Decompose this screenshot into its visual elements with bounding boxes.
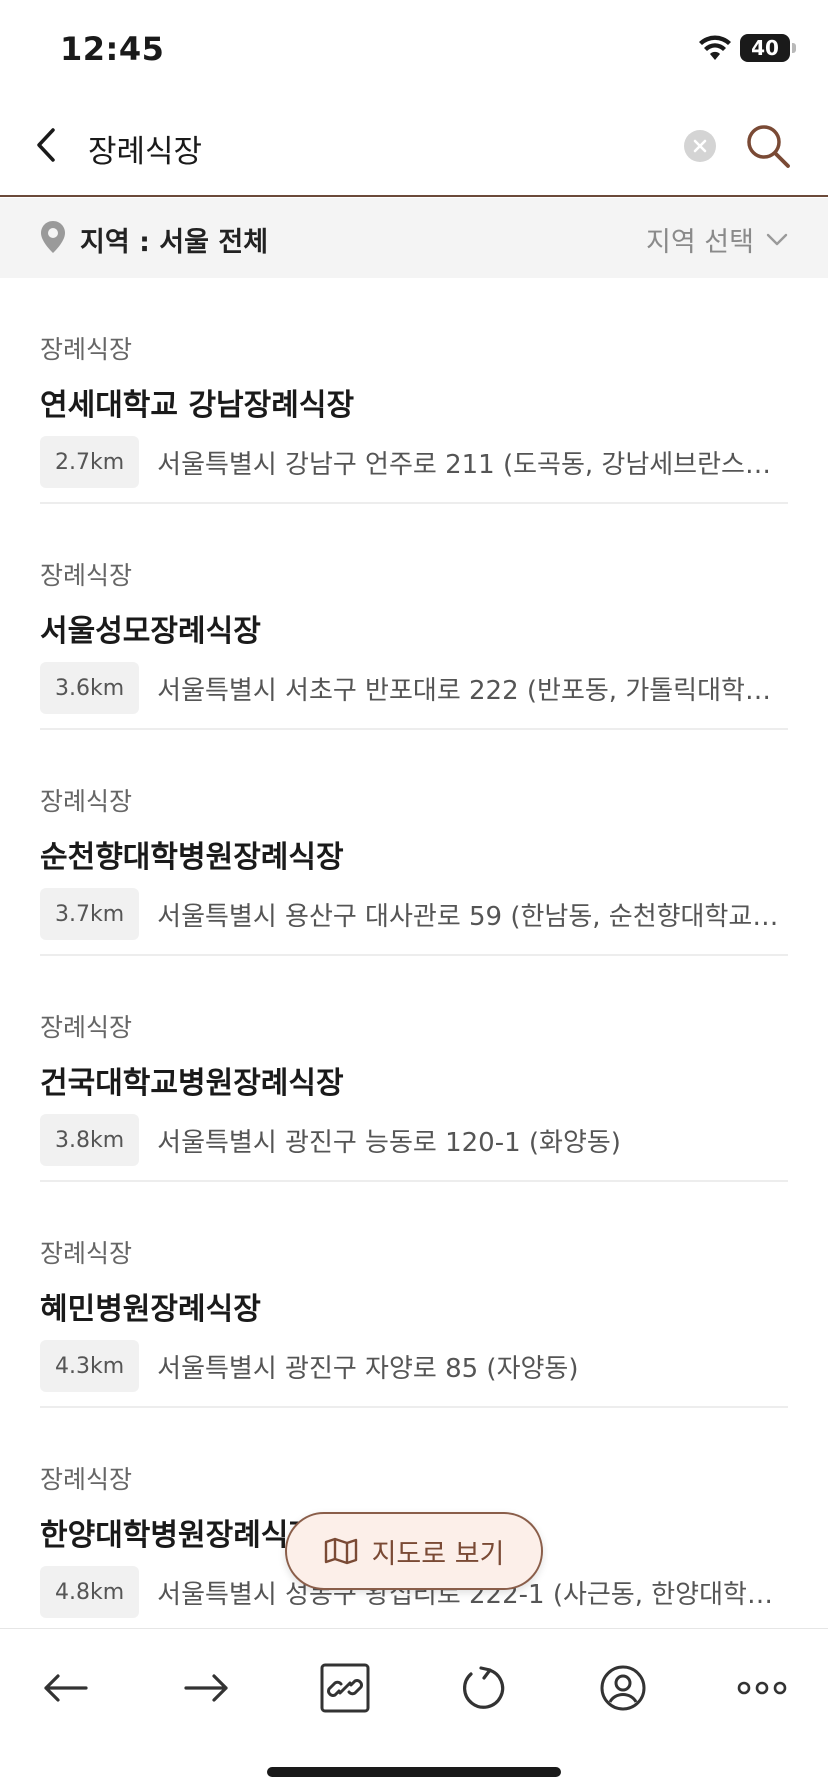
nav-forward-button[interactable] [171,1657,241,1719]
list-item[interactable]: 장례식장 건국대학교병원장례식장 3.8km 서울특별시 광진구 능동로 120… [40,956,788,1182]
region-bar: 지역 : 서울 전체 지역 선택 [0,198,828,278]
search-header: 장례식장 [0,100,828,197]
region-label: 지역 : 서울 전체 [80,227,269,258]
item-address: 서울특별시 서초구 반포대로 222 (반포동, 가톨릭대학교… [157,675,788,706]
item-category: 장례식장 [40,561,133,590]
list-item[interactable]: 장례식장 서울성모장례식장 3.6km 서울특별시 서초구 반포대로 222 (… [40,504,788,730]
list-item[interactable]: 장례식장 혜민병원장례식장 4.3km 서울특별시 광진구 자양로 85 (자양… [40,1182,788,1408]
bottom-toolbar [0,1628,828,1792]
chevron-down-icon [766,233,788,245]
distance-badge: 3.8km [40,1114,140,1166]
nav-refresh-button[interactable] [448,1657,518,1719]
item-category: 장례식장 [40,1239,133,1268]
item-address: 서울특별시 용산구 대사관로 59 (한남동, 순천향대학교병… [157,901,788,932]
item-category: 장례식장 [40,335,133,364]
forward-arrow-icon [184,1674,228,1702]
list-item[interactable]: 장례식장 연세대학교 강남장례식장 2.7km 서울특별시 강남구 언주로 21… [40,278,788,504]
region-select-button[interactable]: 지역 선택 [646,220,788,259]
item-name: 순천향대학병원장례식장 [40,840,344,875]
item-name: 혜민병원장례식장 [40,1292,261,1327]
back-arrow-icon [44,1674,88,1702]
search-icon [747,125,790,168]
list-item[interactable]: 장례식장 순천향대학병원장례식장 3.7km 서울특별시 용산구 대사관로 59… [40,730,788,956]
item-name: 연세대학교 강남장례식장 [40,388,355,423]
back-button[interactable] [26,120,66,170]
battery-tip [792,43,796,53]
search-button[interactable] [740,118,796,174]
view-map-label: 지도로 보기 [371,1538,505,1570]
more-icon [737,1681,787,1695]
profile-icon [600,1665,646,1711]
home-indicator [267,1767,561,1777]
clear-search-button[interactable] [684,130,716,162]
nav-more-button[interactable] [727,1657,797,1719]
result-list: 장례식장 연세대학교 강남장례식장 2.7km 서울특별시 강남구 언주로 21… [40,278,788,1634]
nav-profile-button[interactable] [588,1657,658,1719]
item-name: 한양대학병원장례식장 [40,1518,316,1553]
item-name: 건국대학교병원장례식장 [40,1066,344,1101]
chevron-left-icon [37,128,55,162]
nav-back-button[interactable] [31,1657,101,1719]
view-map-button[interactable]: 지도로 보기 [285,1512,543,1590]
link-icon [320,1663,370,1713]
item-address: 서울특별시 광진구 능동로 120-1 (화양동) [157,1127,621,1158]
item-name: 서울성모장례식장 [40,614,261,649]
nav-link-button[interactable] [310,1657,380,1719]
search-input[interactable]: 장례식장 [88,126,202,171]
distance-badge: 2.7km [40,436,140,488]
status-bar: 12:45 40 [0,0,828,100]
item-category: 장례식장 [40,1013,133,1042]
refresh-icon [463,1666,505,1709]
distance-badge: 4.8km [40,1566,140,1618]
distance-badge: 3.6km [40,662,140,714]
distance-badge: 4.3km [40,1340,140,1392]
item-address: 서울특별시 강남구 언주로 211 (도곡동, 강남세브란스병원) [157,449,788,480]
status-time: 12:45 [60,30,165,68]
map-icon [324,1537,357,1565]
region-select-label: 지역 선택 [646,227,754,258]
distance-badge: 3.7km [40,888,140,940]
wifi-icon [698,34,732,66]
battery-icon: 40 [740,34,790,62]
item-category: 장례식장 [40,1465,133,1494]
item-address: 서울특별시 광진구 자양로 85 (자양동) [157,1353,579,1384]
item-category: 장례식장 [40,787,133,816]
location-pin-icon [40,220,66,258]
close-icon [693,139,707,153]
